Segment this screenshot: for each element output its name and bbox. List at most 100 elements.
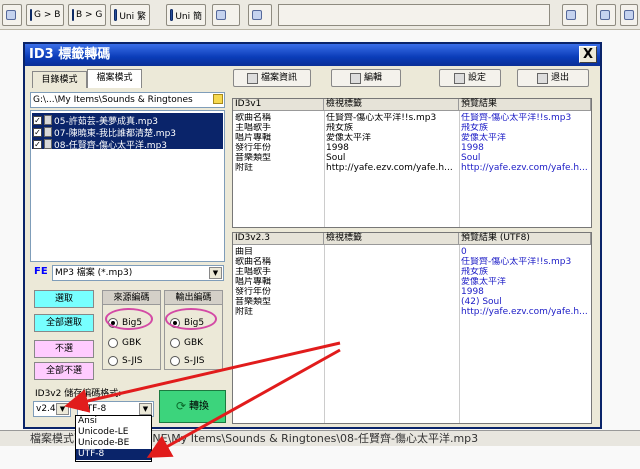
table-cell: 音樂類型	[235, 297, 272, 307]
table-cell: 附註	[235, 307, 254, 317]
table-cell: (42) Soul	[461, 297, 502, 307]
b-to-g-button[interactable]: B > G	[68, 4, 106, 26]
table-cell: 主唱歌手	[235, 123, 272, 133]
radio-icon[interactable]	[108, 338, 118, 348]
table-header: ID3v1	[233, 99, 324, 111]
toolbar-text-field[interactable]	[278, 4, 550, 26]
encoding-option-utf8[interactable]: UTF-8	[76, 449, 151, 460]
table-cell: 附註	[235, 163, 254, 173]
encoding-option-unicode-le[interactable]: Unicode-LE	[76, 427, 151, 438]
table-cell[interactable]: 任賢齊-傷心太平洋!!s.mp3	[324, 113, 459, 123]
checkbox[interactable]: ✓	[33, 139, 42, 149]
highlight-circle	[105, 308, 153, 330]
chevron-down-icon[interactable]: ▼	[209, 267, 222, 279]
file-icon	[44, 127, 52, 137]
select-all-button[interactable]: 全部選取	[34, 314, 94, 332]
unicode-traditional-button[interactable]: Uni 繁	[110, 4, 150, 26]
table-cell: http://yafe.ezv.com/yafe.h...	[461, 307, 588, 317]
chevron-down-icon[interactable]: ▼	[56, 403, 69, 415]
deselect-button[interactable]: 不選	[34, 340, 94, 358]
table-header: 檢視標籤	[324, 99, 459, 111]
window-icon	[600, 10, 610, 20]
list-icon	[216, 10, 226, 20]
restore-window-button[interactable]	[596, 4, 616, 26]
menu-dropdown-button[interactable]	[212, 4, 240, 26]
unicode-traditional-label: Uni 繁	[119, 11, 146, 22]
g-to-b-button[interactable]: G > B	[26, 4, 64, 26]
file-info-button[interactable]: 檔案資訊	[233, 69, 311, 87]
select-button[interactable]: 選取	[34, 290, 94, 308]
encoding-option-unicode-be[interactable]: Unicode-BE	[76, 438, 151, 449]
table-cell: 歌曲名稱	[235, 113, 272, 123]
unicode-simplified-button[interactable]: Uni 簡	[166, 4, 206, 26]
unicode-icon	[114, 9, 118, 21]
encoding-value: UTF-8	[80, 404, 107, 414]
radio-icon[interactable]	[170, 338, 180, 348]
version-value: v2.4	[36, 404, 56, 414]
table-header: 預覽結果	[459, 99, 591, 111]
refresh-icon: ⟳	[175, 399, 187, 413]
dialog-title-bar: ID3 標籤轉碼	[25, 44, 600, 66]
close-button[interactable]: X	[579, 46, 597, 63]
toolbar-icon	[6, 10, 16, 20]
file-icon	[44, 115, 52, 125]
table-cell: 歌曲名稱	[235, 257, 272, 267]
table-cell[interactable]: 1998	[324, 143, 459, 153]
table-cell: 任賢齊-傷心太平洋!!s.mp3	[461, 113, 572, 123]
radio-icon[interactable]	[170, 356, 180, 366]
toolbar-icon-button[interactable]	[2, 4, 22, 26]
list-item[interactable]: ✓ 05-許茹芸-美夢成真.mp3	[33, 114, 158, 127]
file-type-select[interactable]: MP3 檔案 (*.mp3) ▼	[52, 265, 224, 281]
deselect-all-button[interactable]: 全部不選	[34, 362, 94, 380]
unicode-simplified-label: Uni 簡	[175, 11, 202, 22]
file-list[interactable]: ✓ 05-許茹芸-美夢成真.mp3 ✓ 07-陳曉東-我比誰都清楚.mp3 ✓ 08-…	[30, 110, 225, 262]
table-cell: http://yafe.ezv.com/yafe.h...	[461, 163, 588, 173]
edit-button[interactable]: 編輯	[331, 69, 401, 87]
table-cell[interactable]: Soul	[324, 153, 459, 163]
settings-button[interactable]: 設定	[439, 69, 501, 87]
b-to-g-label: B > G	[76, 10, 103, 20]
source-sjis-option[interactable]: S-JIS	[108, 356, 142, 366]
column-divider	[324, 245, 325, 423]
convert-label: 轉換	[189, 401, 210, 412]
checkbox[interactable]: ✓	[33, 127, 42, 137]
source-gbk-option[interactable]: GBK	[108, 338, 141, 348]
g-to-b-label: G > B	[34, 10, 61, 20]
output-sjis-option[interactable]: S-JIS	[170, 356, 204, 366]
encoding-dropdown-list[interactable]: Ansi Unicode-LE Unicode-BE UTF-8	[75, 415, 152, 462]
version-select[interactable]: v2.4 ▼	[33, 401, 71, 417]
table-header: 預覽結果 (UTF8)	[459, 233, 591, 245]
table-cell[interactable]: http://yafe.ezv.com/yafe.h...	[324, 163, 459, 173]
output-gbk-option[interactable]: GBK	[170, 338, 203, 348]
list-item[interactable]: ✓ 08-任賢齊-傷心太平洋.mp3	[33, 138, 167, 151]
exit-button[interactable]: 退出	[517, 69, 589, 87]
settings-label: 設定	[467, 72, 486, 83]
minimize-window-button[interactable]	[620, 4, 638, 26]
radio-icon[interactable]	[108, 356, 118, 366]
window-icon	[624, 10, 634, 20]
path-field[interactable]: G:\...\My Items\Sounds & Ringtones	[30, 92, 225, 108]
chevron-down-icon[interactable]: ▼	[139, 403, 152, 415]
convert-button[interactable]: ⟳ 轉換	[159, 390, 226, 423]
tab-directory-mode[interactable]: 目錄模式	[32, 71, 87, 88]
table-cell: 發行年份	[235, 143, 272, 153]
table-header: ID3v2.3	[233, 233, 324, 245]
table-cell: 0	[461, 247, 467, 257]
table-cell[interactable]: 飛女族	[324, 123, 459, 133]
table-cell: 曲目	[235, 247, 254, 257]
table-cell: 1998	[461, 143, 484, 153]
list-item[interactable]: ✓ 07-陳曉東-我比誰都清楚.mp3	[33, 126, 176, 139]
folder-icon[interactable]	[213, 94, 223, 104]
menu-dropdown-button-right[interactable]	[562, 4, 588, 26]
tab-file-mode[interactable]: 檔案模式	[87, 69, 142, 88]
checkbox[interactable]: ✓	[33, 115, 42, 125]
table-cell: 飛女族	[461, 123, 489, 133]
encoding-option-ansi[interactable]: Ansi	[76, 416, 151, 427]
table-cell: 愛像太平洋	[461, 277, 507, 287]
option-label: GBK	[122, 338, 142, 348]
table-cell[interactable]: 愛像太平洋	[324, 133, 459, 143]
option-label: S-JIS	[122, 356, 143, 366]
exit-label: 退出	[550, 72, 569, 83]
window-button[interactable]	[248, 4, 272, 26]
table-cell: 愛像太平洋	[461, 133, 507, 143]
